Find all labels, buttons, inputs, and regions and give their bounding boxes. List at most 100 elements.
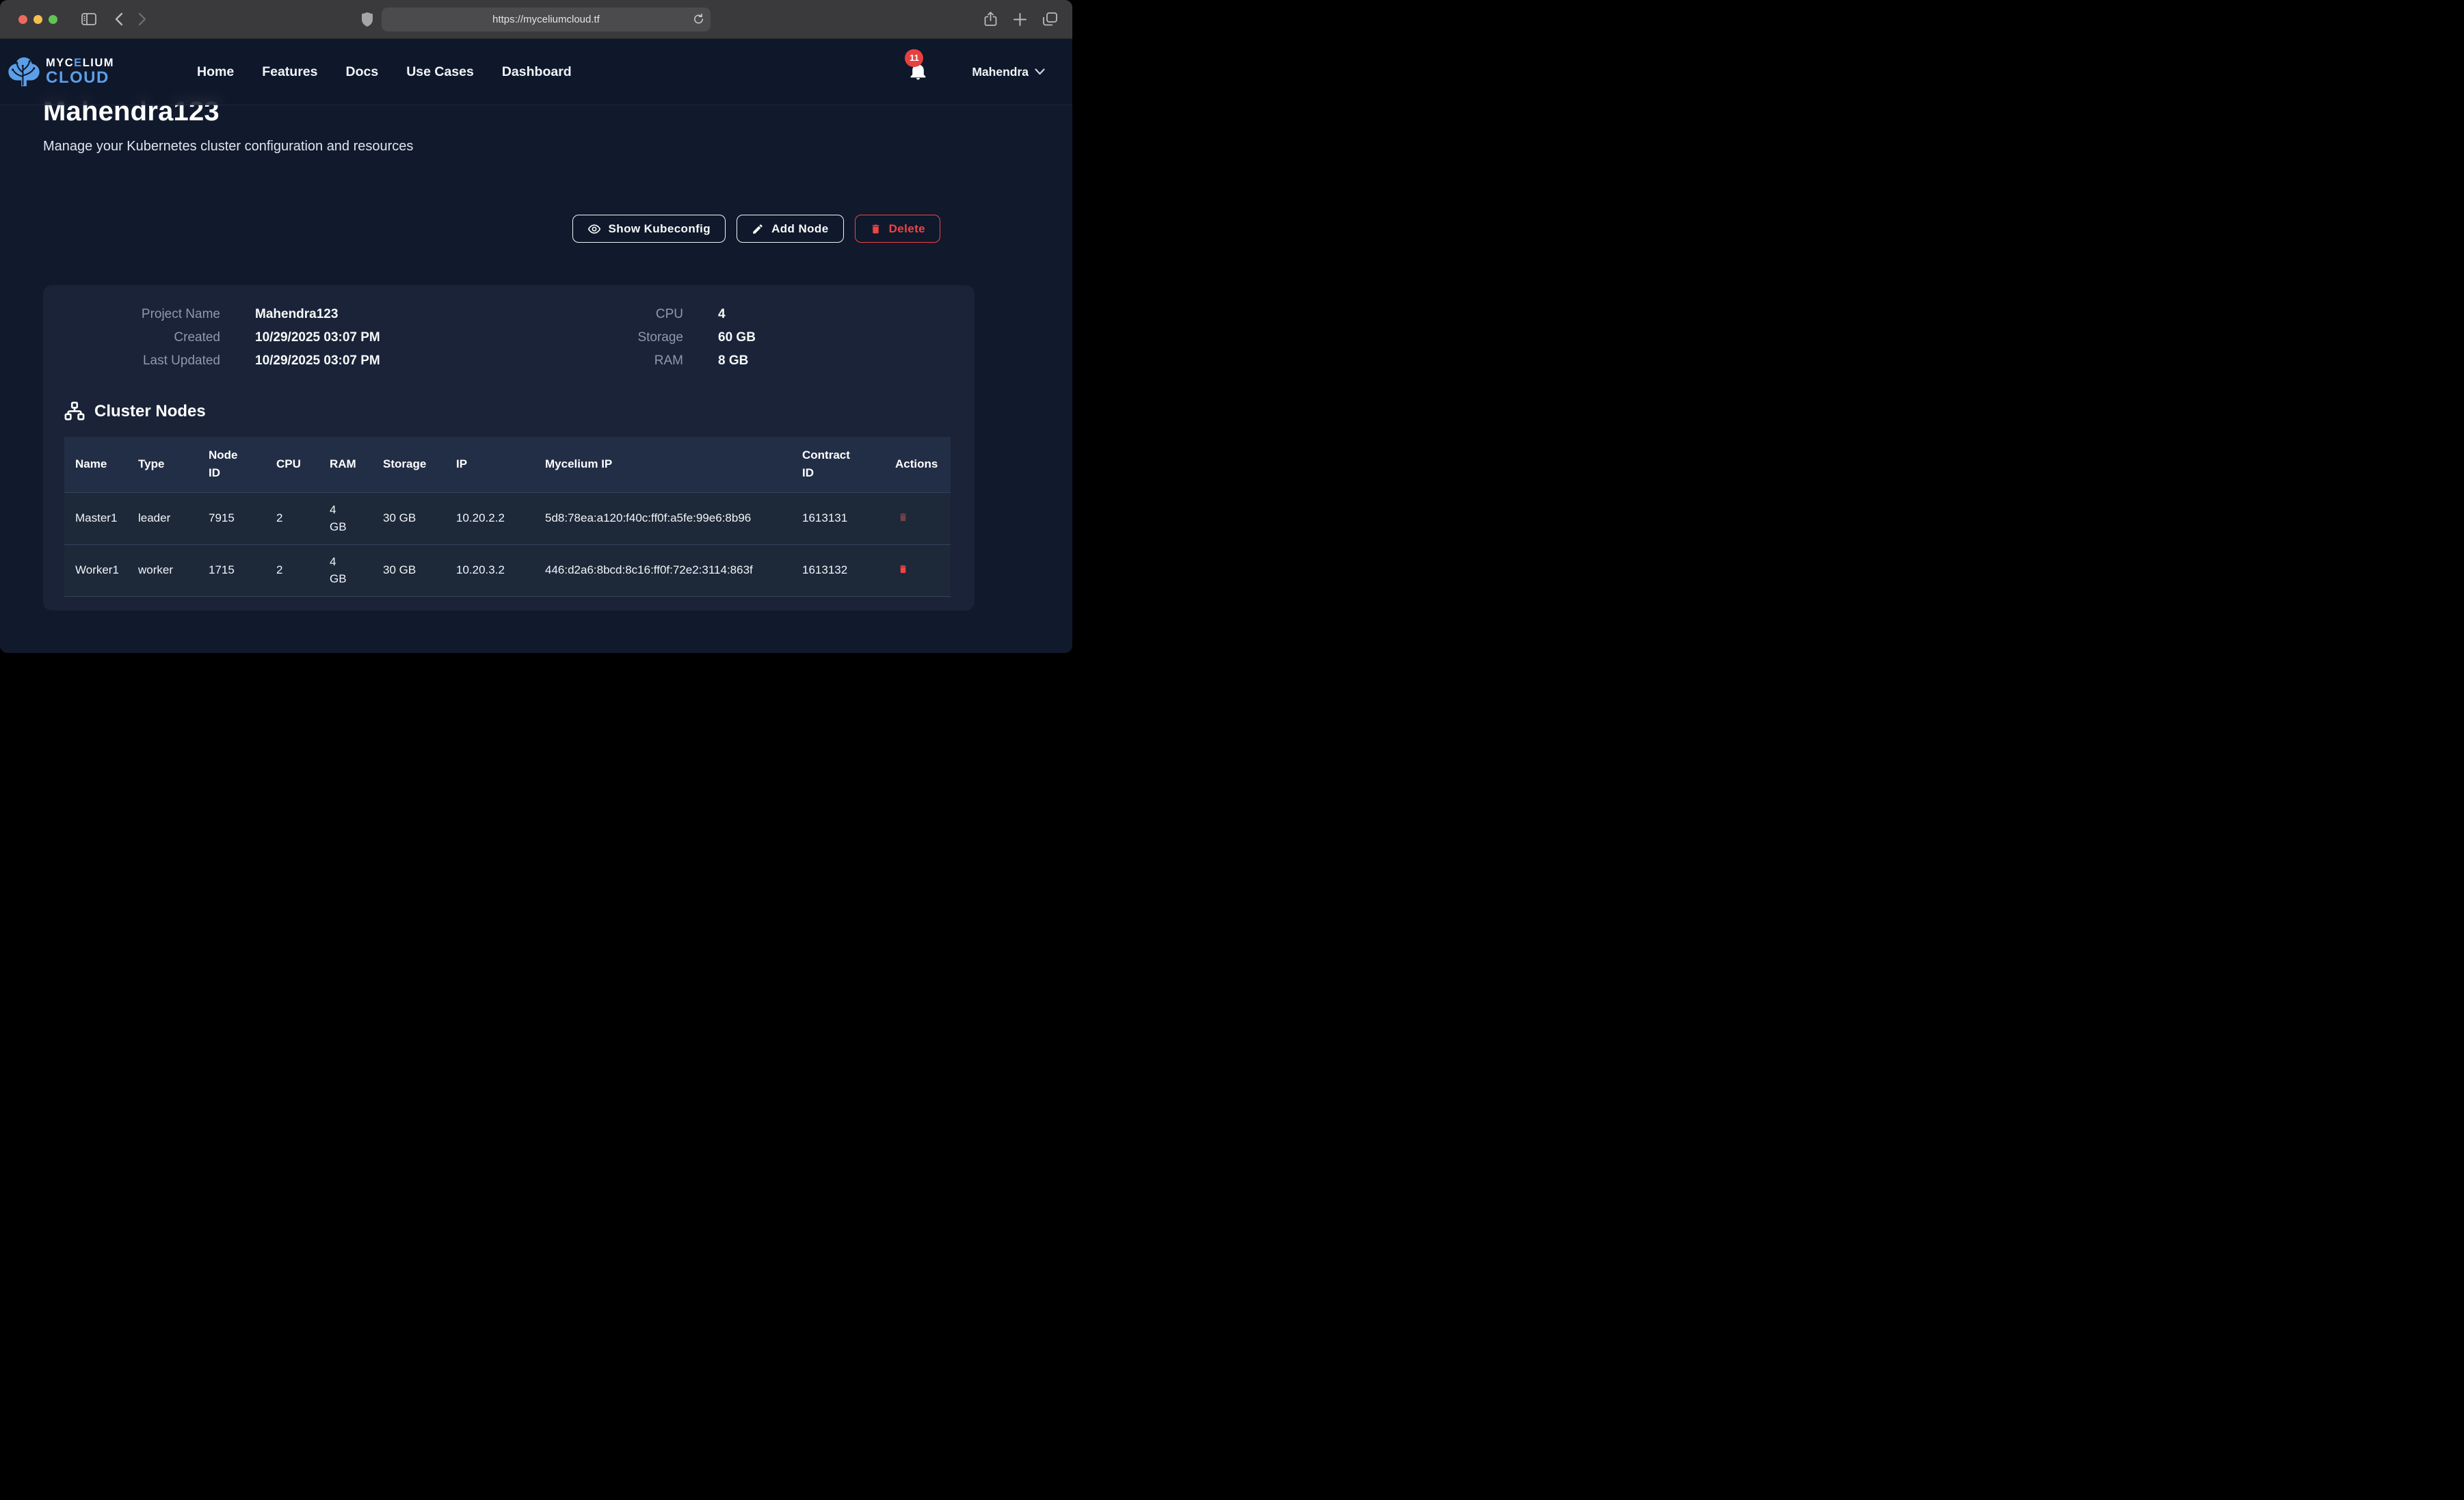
close-window-button[interactable] bbox=[18, 15, 27, 24]
nodes-table-body: Master1leader791524 GB30 GB10.20.2.25d8:… bbox=[64, 492, 951, 596]
nav-link-docs[interactable]: Docs bbox=[346, 64, 379, 80]
forward-button[interactable] bbox=[138, 12, 147, 26]
cell-node-id: 1715 bbox=[209, 544, 276, 596]
cell-contract-id: 1613131 bbox=[802, 492, 895, 544]
delete-label: Delete bbox=[889, 222, 925, 236]
nav-link-home[interactable]: Home bbox=[197, 64, 234, 80]
reload-icon bbox=[693, 13, 704, 25]
tabs-overview-button[interactable] bbox=[1043, 12, 1057, 26]
page-viewport: MYCELIUM CLOUD Home Features Docs Use Cases… bbox=[0, 39, 1072, 652]
details-grid: Project NameMahendra123CPU4 Created10/29/… bbox=[64, 307, 951, 369]
user-menu[interactable]: Mahendra bbox=[972, 65, 1045, 79]
delete-cluster-button[interactable]: Delete bbox=[855, 215, 940, 243]
node-row-worker1: Worker1worker171524 GB30 GB10.20.3.2446:… bbox=[64, 544, 951, 596]
column-header-mycelium-ip: Mycelium IP bbox=[545, 437, 802, 492]
tabs-icon bbox=[1043, 12, 1057, 26]
cell-ip: 10.20.3.2 bbox=[456, 544, 545, 596]
nodes-table: NameTypeNode IDCPURAMStorageIPMycelium I… bbox=[64, 437, 951, 597]
cell-name: Master1 bbox=[64, 492, 138, 544]
back-button[interactable] bbox=[114, 12, 123, 26]
notification-badge: 11 bbox=[905, 49, 923, 67]
browser-window: https://myceliumcloud.tf bbox=[0, 0, 1072, 653]
minimize-window-button[interactable] bbox=[34, 15, 42, 24]
delete-node-button[interactable] bbox=[895, 562, 911, 576]
nav-link-use-cases[interactable]: Use Cases bbox=[406, 64, 474, 80]
url-text: https://myceliumcloud.tf bbox=[492, 14, 600, 25]
cluster-actions: Show Kubeconfig Add Node Delete bbox=[43, 215, 975, 243]
brand-logo[interactable]: MYCELIUM CLOUD bbox=[7, 56, 114, 88]
column-header-ram: RAM bbox=[330, 437, 383, 492]
column-header-node-id: Node ID bbox=[209, 437, 276, 492]
cell-ip: 10.20.2.2 bbox=[456, 492, 545, 544]
nav-link-dashboard[interactable]: Dashboard bbox=[502, 64, 572, 80]
new-tab-button[interactable] bbox=[1014, 13, 1026, 26]
chevron-right-icon bbox=[138, 12, 147, 26]
sidebar-icon bbox=[81, 13, 96, 25]
show-kubeconfig-button[interactable]: Show Kubeconfig bbox=[572, 215, 726, 243]
cell-mycelium-ip: 5d8:78ea:a120:f40c:ff0f:a5fe:99e6:8b96 bbox=[545, 492, 802, 544]
share-icon bbox=[984, 12, 997, 27]
chevron-left-icon bbox=[114, 12, 123, 26]
cell-node-id: 7915 bbox=[209, 492, 276, 544]
column-header-contract-id: Contract ID bbox=[802, 437, 895, 492]
column-header-ip: IP bbox=[456, 437, 545, 492]
main-content: Mahendra123 Manage your Kubernetes clust… bbox=[0, 39, 1072, 611]
add-node-label: Add Node bbox=[771, 222, 828, 236]
trash-icon bbox=[898, 563, 908, 575]
node-row-master1: Master1leader791524 GB30 GB10.20.2.25d8:… bbox=[64, 492, 951, 544]
url-bar[interactable]: https://myceliumcloud.tf bbox=[382, 8, 711, 31]
detail-value-storage: 60 GB bbox=[683, 330, 951, 345]
cluster-nodes-title: Cluster Nodes bbox=[94, 402, 206, 421]
plus-icon bbox=[1014, 13, 1026, 26]
detail-label-last-updated: Last Updated bbox=[64, 353, 220, 369]
cell-storage: 30 GB bbox=[383, 492, 456, 544]
page-subtitle: Manage your Kubernetes cluster configura… bbox=[43, 139, 975, 155]
cluster-details-card: Project NameMahendra123CPU4 Created10/29/… bbox=[43, 285, 975, 611]
traffic-lights bbox=[18, 15, 57, 24]
add-node-button[interactable]: Add Node bbox=[737, 215, 843, 243]
cell-type: leader bbox=[138, 492, 209, 544]
detail-value-created: 10/29/2025 03:07 PM bbox=[220, 330, 447, 345]
chevron-down-icon bbox=[1035, 68, 1045, 75]
cell-ram: 4 GB bbox=[330, 492, 383, 544]
detail-label-ram: RAM bbox=[447, 353, 683, 369]
share-button[interactable] bbox=[984, 12, 997, 27]
user-name: Mahendra bbox=[972, 65, 1029, 79]
column-header-name: Name bbox=[64, 437, 138, 492]
detail-label-cpu: CPU bbox=[447, 307, 683, 322]
nav-link-features[interactable]: Features bbox=[262, 64, 317, 80]
mycelium-cloud-logo-icon bbox=[7, 56, 41, 88]
nav-links: Home Features Docs Use Cases Dashboard bbox=[197, 64, 572, 80]
show-kubeconfig-label: Show Kubeconfig bbox=[609, 222, 711, 236]
nodes-table-head-row: NameTypeNode IDCPURAMStorageIPMycelium I… bbox=[64, 437, 951, 492]
detail-label-created: Created bbox=[64, 330, 220, 345]
brand-line1: MYCELIUM bbox=[46, 57, 114, 69]
cell-contract-id: 1613132 bbox=[802, 544, 895, 596]
column-header-type: Type bbox=[138, 437, 209, 492]
detail-value-ram: 8 GB bbox=[683, 353, 951, 369]
detail-value-cpu: 4 bbox=[683, 307, 951, 322]
privacy-shield-icon[interactable] bbox=[362, 12, 373, 27]
cell-ram: 4 GB bbox=[330, 544, 383, 596]
eye-icon bbox=[587, 222, 601, 236]
detail-label-storage: Storage bbox=[447, 330, 683, 345]
trash-icon bbox=[898, 511, 908, 523]
cell-mycelium-ip: 446:d2a6:8bcd:8c16:ff0f:72e2:3114:863f bbox=[545, 544, 802, 596]
brand-text: MYCELIUM CLOUD bbox=[46, 57, 114, 87]
cell-actions bbox=[895, 492, 951, 544]
notifications-button[interactable]: 11 bbox=[910, 62, 927, 83]
reload-button[interactable] bbox=[693, 13, 704, 25]
cell-actions bbox=[895, 544, 951, 596]
browser-toolbar: https://myceliumcloud.tf bbox=[0, 0, 1072, 39]
trash-icon bbox=[870, 223, 882, 235]
cell-name: Worker1 bbox=[64, 544, 138, 596]
detail-value-project-name: Mahendra123 bbox=[220, 307, 447, 322]
column-header-actions: Actions bbox=[895, 437, 951, 492]
zoom-window-button[interactable] bbox=[49, 15, 57, 24]
cluster-nodes-heading: Cluster Nodes bbox=[64, 401, 951, 422]
sidebar-toggle-button[interactable] bbox=[81, 13, 96, 25]
cell-type: worker bbox=[138, 544, 209, 596]
brand-line2: CLOUD bbox=[46, 70, 114, 86]
detail-label-project-name: Project Name bbox=[64, 307, 220, 322]
delete-node-button[interactable] bbox=[895, 510, 911, 524]
